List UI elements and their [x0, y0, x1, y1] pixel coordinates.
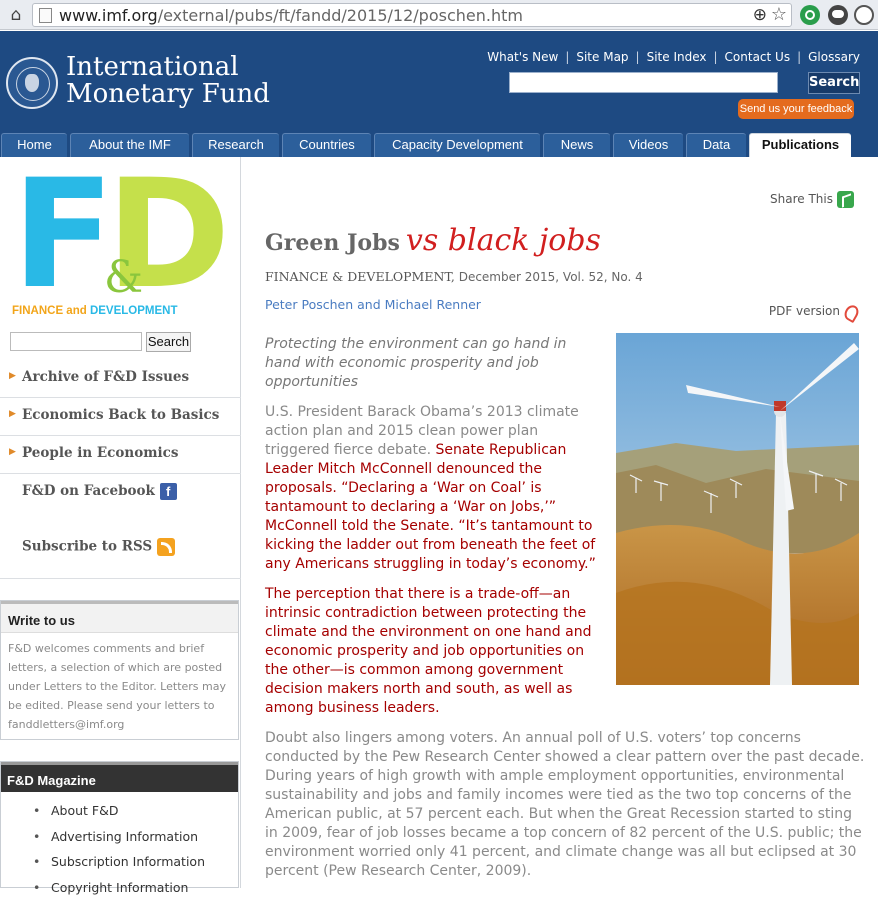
logo-tag-a: FINANCE and — [12, 305, 87, 317]
sidebar-link-label: People in Economics — [22, 445, 178, 461]
publication-name: FINANCE & DEVELOPMENT, — [265, 269, 455, 284]
arrow-icon: ▶ — [9, 447, 16, 457]
tab-data[interactable]: Data — [686, 133, 746, 157]
article-title-main: Green Jobs — [265, 230, 400, 256]
fd-magazine-title: F&D Magazine — [1, 762, 238, 792]
share-icon[interactable] — [837, 191, 854, 208]
sidebar-link-label: Archive of F&D Issues — [22, 369, 189, 385]
fd-search-button[interactable]: Search — [146, 332, 191, 352]
sidebar-link-people[interactable]: ▶ People in Economics — [0, 436, 241, 474]
glossary-link[interactable]: Glossary — [808, 50, 860, 64]
tab-countries[interactable]: Countries — [282, 133, 371, 157]
article-authors[interactable]: Peter Poschen and Michael Renner — [265, 297, 481, 312]
left-sidebar: F D & FINANCE and DEVELOPMENT Search ▶ A… — [0, 157, 241, 888]
write-to-us-body: F&D welcomes comments and brief letters,… — [1, 633, 238, 740]
site-search-input[interactable] — [509, 72, 778, 93]
zoom-icon[interactable]: ⊕ — [753, 5, 767, 25]
home-icon[interactable]: ⌂ — [6, 5, 26, 25]
browser-toolbar: ⌂ www.imf.org/external/pubs/ft/fandd/201… — [0, 0, 878, 30]
feedback-button[interactable]: Send us your feedback — [738, 99, 854, 119]
star-icon[interactable]: ☆ — [771, 4, 787, 25]
sidebar-link-label: F&D on Facebook — [22, 483, 155, 499]
magazine-link-about[interactable]: About F&D — [33, 798, 238, 824]
sidebar-link-basics[interactable]: ▶ Economics Back to Basics — [0, 398, 241, 436]
sidebar-link-rss[interactable]: Subscribe to RSS — [0, 529, 241, 579]
sidebar-link-label: Economics Back to Basics — [22, 407, 219, 423]
share-this[interactable]: Share This — [770, 191, 854, 208]
site-title-line1: International — [66, 54, 270, 81]
site-index-link[interactable]: Site Index — [647, 50, 707, 64]
site-title[interactable]: International Monetary Fund — [66, 54, 270, 108]
whats-new-link[interactable]: What's New — [487, 50, 558, 64]
sidebar-link-archive[interactable]: ▶ Archive of F&D Issues — [0, 360, 241, 398]
logo-ampersand: & — [104, 258, 143, 298]
site-header: International Monetary Fund What's New|S… — [0, 31, 878, 133]
sidebar-link-facebook[interactable]: F&D on Facebook f — [0, 474, 241, 512]
write-to-us-title: Write to us — [1, 601, 238, 633]
wind-turbine-photo — [616, 333, 859, 685]
paragraph-1-red: Senate Republican Leader Mitch McConnell… — [265, 442, 596, 572]
logo-tag-b: DEVELOPMENT — [90, 305, 178, 317]
magazine-link-subscription[interactable]: Subscription Information — [33, 849, 238, 875]
article-main: Share This Green Jobsvs black jobs FINAN… — [241, 157, 878, 888]
arrow-icon: ▶ — [9, 409, 16, 419]
article-paragraph-1: U.S. President Barack Obama’s 2013 clima… — [265, 403, 605, 574]
fd-logo[interactable]: F D & FINANCE and DEVELOPMENT — [12, 170, 222, 320]
extension-icon[interactable] — [800, 5, 820, 25]
pdf-label: PDF version — [769, 304, 840, 318]
utility-links: What's New|Site Map|Site Index|Contact U… — [487, 50, 860, 64]
logo-tagline: FINANCE and DEVELOPMENT — [12, 305, 178, 317]
fd-magazine-box: F&D Magazine About F&D Advertising Infor… — [0, 761, 239, 888]
tab-capacity-development[interactable]: Capacity Development — [374, 133, 540, 157]
pdf-icon — [843, 304, 856, 319]
magazine-link-copyright[interactable]: Copyright Information — [33, 875, 238, 900]
address-bar[interactable]: www.imf.org/external/pubs/ft/fandd/2015/… — [32, 3, 792, 27]
tab-publications[interactable]: Publications — [749, 133, 851, 157]
arrow-icon: ▶ — [9, 371, 16, 381]
site-search-button[interactable]: Search — [808, 72, 860, 94]
fd-magazine-list: About F&D Advertising Information Subscr… — [1, 792, 238, 900]
share-label: Share This — [770, 192, 833, 206]
article-paragraph-2: The perception that there is a trade-off… — [265, 585, 605, 718]
site-title-line2: Monetary Fund — [66, 81, 270, 108]
sidebar-link-label: Subscribe to RSS — [22, 539, 152, 555]
chat-extension-icon[interactable] — [828, 5, 848, 25]
rss-icon[interactable] — [157, 538, 175, 556]
issue-info: December 2015, Vol. 52, No. 4 — [459, 270, 643, 284]
article-paragraph-3: Doubt also lingers among voters. An annu… — [265, 729, 865, 881]
write-to-us-box: Write to us F&D welcomes comments and br… — [0, 600, 239, 740]
logo-letter-f: F — [12, 170, 106, 300]
menu-extension-icon[interactable] — [854, 5, 874, 25]
contact-us-link[interactable]: Contact Us — [725, 50, 791, 64]
url-path: /external/pubs/ft/fandd/2015/12/poschen.… — [158, 6, 523, 25]
url-text: www.imf.org/external/pubs/ft/fandd/2015/… — [59, 6, 523, 25]
pdf-version-link[interactable]: PDF version — [769, 304, 856, 319]
issue-line: FINANCE & DEVELOPMENT, December 2015, Vo… — [265, 269, 643, 284]
fd-search-input[interactable] — [10, 332, 142, 351]
article-title-accent: vs black jobs — [406, 223, 601, 258]
tab-videos[interactable]: Videos — [613, 133, 683, 157]
url-host: www.imf.org — [59, 6, 158, 25]
site-map-link[interactable]: Site Map — [576, 50, 628, 64]
imf-seal-icon[interactable] — [6, 57, 58, 109]
facebook-icon[interactable]: f — [160, 483, 177, 500]
wind-turbine-illustration — [616, 333, 859, 685]
tab-news[interactable]: News — [543, 133, 610, 157]
article-deck: Protecting the environment can go hand i… — [265, 335, 585, 392]
page-icon — [39, 8, 52, 23]
magazine-link-advertising[interactable]: Advertising Information — [33, 824, 238, 850]
article-title: Green Jobsvs black jobs — [265, 223, 601, 258]
